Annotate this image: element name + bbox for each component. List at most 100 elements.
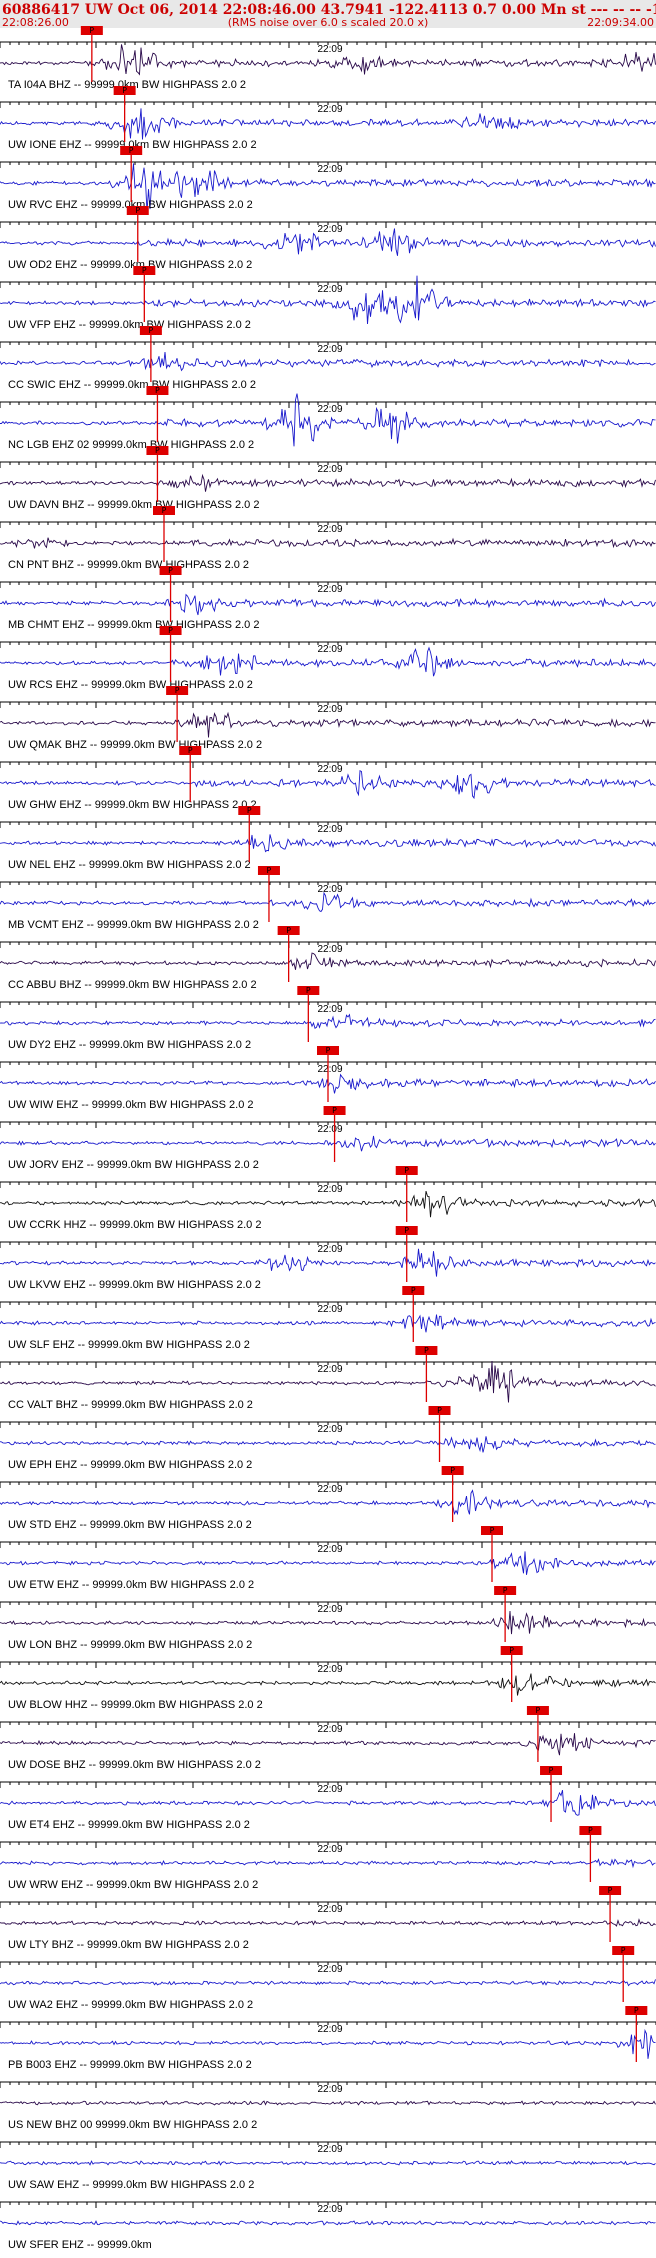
- station-label: UW DY2 EHZ -- 99999.0km BW HIGHPASS 2.0 …: [8, 1039, 251, 1051]
- station-label: UW WA2 EHZ -- 99999.0km BW HIGHPASS 2.0 …: [8, 1999, 253, 2011]
- pick-label: P: [424, 1346, 429, 1355]
- station-label: MB VCMT EHZ -- 99999.0km BW HIGHPASS 2.0…: [8, 919, 259, 931]
- minute-label: 22:09: [317, 1304, 342, 1315]
- pick-label: P: [175, 686, 180, 695]
- minute-label: 22:09: [317, 884, 342, 895]
- waveform: [0, 1314, 656, 1333]
- pick-label: P: [437, 1406, 442, 1415]
- minute-label: 22:09: [317, 344, 342, 355]
- minute-label: 22:09: [317, 824, 342, 835]
- minute-label: 22:09: [317, 1964, 342, 1975]
- station-label: UW VFP EHZ -- 99999.0km BW HIGHPASS 2.0 …: [8, 319, 251, 331]
- minute-label: 22:09: [317, 1544, 342, 1555]
- station-label: UW GHW EHZ -- 99999.0km BW HIGHPASS 2.0 …: [8, 799, 257, 811]
- minute-label: 22:09: [317, 1604, 342, 1615]
- waveform: [0, 2160, 656, 2166]
- minute-label: 22:09: [317, 1664, 342, 1675]
- waveform: [0, 1436, 656, 1453]
- station-label: UW LTY BHZ -- 99999.0km BW HIGHPASS 2.0 …: [8, 1939, 249, 1951]
- station-label: PB B003 EHZ -- 99999.0km BW HIGHPASS 2.0…: [8, 2059, 252, 2071]
- pick-label: P: [490, 1526, 495, 1535]
- pick-label: P: [162, 506, 167, 515]
- station-label: UW STD EHZ -- 99999.0km BW HIGHPASS 2.0 …: [8, 1519, 252, 1531]
- station-label: CC SWIC EHZ -- 99999.0km BW HIGHPASS 2.0…: [8, 379, 256, 391]
- station-label: UW QMAK BHZ -- 99999.0km BW HIGHPASS 2.0…: [8, 739, 262, 751]
- pick-label: P: [155, 386, 160, 395]
- waveform: [0, 1135, 656, 1152]
- minute-label: 22:09: [317, 2204, 342, 2215]
- station-label: UW BLOW HHZ -- 99999.0km BW HIGHPASS 2.0…: [8, 1699, 263, 1711]
- minute-label: 22:09: [317, 1844, 342, 1855]
- station-label: UW EPH EHZ -- 99999.0km BW HIGHPASS 2.0 …: [8, 1459, 252, 1471]
- pick-label: P: [135, 206, 140, 215]
- waveform: [0, 1733, 656, 1756]
- end-time: 22:09:34.00: [587, 16, 654, 29]
- minute-label: 22:09: [317, 1124, 342, 1135]
- station-label: UW LON BHZ -- 99999.0km BW HIGHPASS 2.0 …: [8, 1639, 252, 1651]
- minute-label: 22:09: [317, 1724, 342, 1735]
- minute-label: 22:09: [317, 524, 342, 535]
- pick-label: P: [155, 446, 160, 455]
- minute-label: 22:09: [317, 644, 342, 655]
- pick-label: P: [326, 1046, 331, 1055]
- station-label: UW DOSE BHZ -- 99999.0km BW HIGHPASS 2.0…: [8, 1759, 261, 1771]
- waveform: [0, 2220, 656, 2226]
- waveform: [0, 593, 656, 616]
- minute-label: 22:09: [317, 1484, 342, 1495]
- pick-label: P: [129, 146, 134, 155]
- waveform: [0, 1673, 656, 1696]
- waveform: [0, 1918, 656, 1927]
- station-label: UW NEL EHZ -- 99999.0km BW HIGHPASS 2.0 …: [8, 859, 251, 871]
- station-label: US NEW BHZ 00 99999.0km BW HIGHPASS 2.0 …: [8, 2119, 257, 2131]
- pick-label: P: [509, 1646, 514, 1655]
- waveform: [0, 1858, 656, 1869]
- station-label: UW ET4 EHZ -- 99999.0km BW HIGHPASS 2.0 …: [8, 1819, 250, 1831]
- minute-label: 22:09: [317, 584, 342, 595]
- minute-label: 22:09: [317, 224, 342, 235]
- station-label: CC ABBU BHZ -- 99999.0km BW HIGHPASS 2.0…: [8, 979, 257, 991]
- pick-label: P: [188, 746, 193, 755]
- minute-label: 22:09: [317, 464, 342, 475]
- pick-label: P: [536, 1706, 541, 1715]
- minute-label: 22:09: [317, 1244, 342, 1255]
- minute-label: 22:09: [317, 2084, 342, 2095]
- station-label: UW CCRK HHZ -- 99999.0km BW HIGHPASS 2.0…: [8, 1219, 261, 1231]
- station-label: UW RCS EHZ -- 99999.0km BW HIGHPASS 2.0 …: [8, 679, 253, 691]
- pick-label: P: [404, 1226, 409, 1235]
- pick-label: P: [306, 986, 311, 995]
- minute-label: 22:09: [317, 284, 342, 295]
- minute-label: 22:09: [317, 1184, 342, 1195]
- station-label: MB CHMT EHZ -- 99999.0km BW HIGHPASS 2.0…: [8, 619, 259, 631]
- pick-label: P: [148, 326, 153, 335]
- station-label: UW SAW EHZ -- 99999.0km BW HIGHPASS 2.0 …: [8, 2179, 254, 2191]
- station-label: UW DAVN BHZ -- 99999.0km BW HIGHPASS 2.0…: [8, 499, 259, 511]
- pick-label: P: [122, 86, 127, 95]
- waveform: [0, 1013, 656, 1030]
- waveform: [0, 1979, 656, 1987]
- pick-label: P: [89, 26, 94, 35]
- pick-label: P: [286, 926, 291, 935]
- minute-label: 22:09: [317, 2144, 342, 2155]
- pick-label: P: [142, 266, 147, 275]
- station-label: UW SFER EHZ -- 99999.0km: [8, 2239, 152, 2251]
- pick-label: P: [503, 1586, 508, 1595]
- pick-label: P: [411, 1286, 416, 1295]
- minute-label: 22:09: [317, 404, 342, 415]
- scale-note: (RMS noise over 6.0 s scaled 20.0 x): [228, 16, 429, 29]
- minute-label: 22:09: [317, 1004, 342, 1015]
- waveform: [0, 1190, 656, 1218]
- station-label: UW ETW EHZ -- 99999.0km BW HIGHPASS 2.0 …: [8, 1579, 254, 1591]
- minute-label: 22:09: [317, 1364, 342, 1375]
- start-time: 22:08:26.00: [2, 16, 69, 29]
- waveform: [0, 834, 656, 853]
- station-label: UW OD2 EHZ -- 99999.0km BW HIGHPASS 2.0 …: [8, 259, 252, 271]
- pick-label: P: [608, 1886, 613, 1895]
- waveform: [0, 891, 656, 913]
- pick-label: P: [621, 1946, 626, 1955]
- station-label: UW WRW EHZ -- 99999.0km BW HIGHPASS 2.0 …: [8, 1879, 258, 1891]
- waveform: [0, 952, 656, 970]
- minute-label: 22:09: [317, 164, 342, 175]
- trace-stack: 22:09TA I04A BHZ -- 99999.0km BW HIGHPAS…: [0, 26, 656, 2251]
- minute-label: 22:09: [317, 44, 342, 55]
- minute-label: 22:09: [317, 764, 342, 775]
